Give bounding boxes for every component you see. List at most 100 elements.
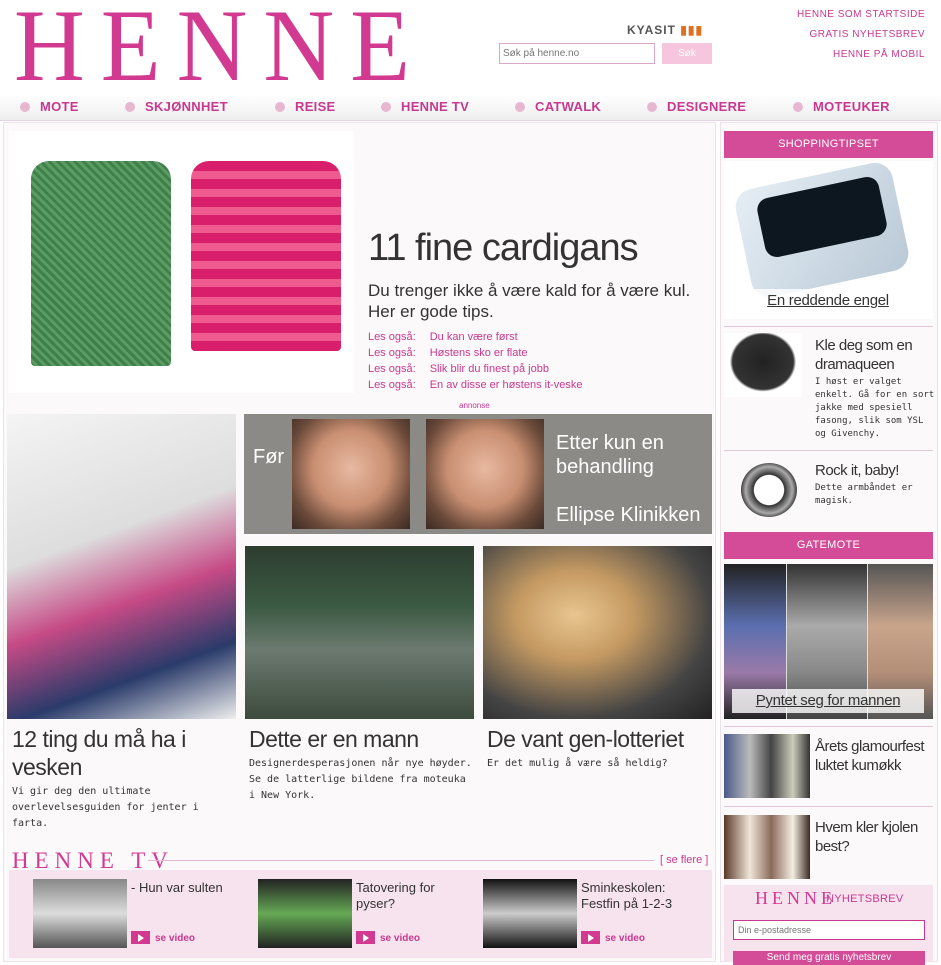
article-image-runway[interactable]	[245, 546, 474, 719]
link-newsletter[interactable]: GRATIS NYHETSBREV	[797, 25, 925, 45]
henne-logo[interactable]: HENNE	[14, 0, 410, 98]
bullet-icon	[647, 102, 657, 112]
nav-label: HENNE TV	[401, 99, 470, 114]
watch-video-link[interactable]: se video	[581, 931, 645, 944]
tv-thumb[interactable]	[258, 879, 352, 948]
article-image-model[interactable]	[483, 546, 712, 719]
play-icon	[356, 931, 375, 944]
nav-item-mote[interactable]: MOTE	[20, 99, 79, 114]
hero-image-cardigans[interactable]	[9, 131, 354, 393]
read-also-link[interactable]: Du kan være først	[430, 331, 518, 343]
article-title[interactable]: Dette er en mann	[249, 725, 474, 753]
divider	[724, 326, 933, 327]
ad-label: annonse	[459, 401, 490, 410]
nav-label: CATWALK	[535, 99, 602, 114]
newsletter-logo: HENNE	[755, 888, 836, 908]
divider	[724, 450, 933, 451]
divider	[724, 806, 933, 807]
ad-face-before	[292, 419, 410, 529]
nav-item-skjonnhet[interactable]: SKJØNNHET	[125, 99, 228, 114]
bullet-icon	[515, 102, 525, 112]
link-mobile[interactable]: HENNE PÅ MOBIL	[797, 45, 925, 65]
see-more-link[interactable]: [ se flere ]	[660, 854, 708, 866]
tv-title[interactable]: Tatovering for pyser?	[356, 880, 466, 912]
read-also-item[interactable]: Les også: Slik blir du finest på jobb	[368, 363, 549, 375]
read-also-label: Les også:	[368, 347, 416, 359]
nav-item-catwalk[interactable]: CATWALK	[515, 99, 601, 114]
nav-label: MOTEUKER	[813, 99, 890, 114]
watch-video-link[interactable]: se video	[356, 931, 420, 944]
gatemote-header[interactable]: GATEMOTE	[724, 532, 933, 559]
bullet-icon	[381, 102, 391, 112]
read-also-label: Les også:	[368, 363, 416, 375]
hero-subtitle: Du trenger ikke å være kald for å være k…	[368, 281, 691, 321]
nav-item-moteuker[interactable]: MOTEUKER	[793, 99, 890, 114]
partner-logo: KYASIT ▮▮▮	[627, 23, 703, 37]
nav-item-henne-tv[interactable]: HENNE TV	[381, 99, 469, 114]
nav-label: REISE	[295, 99, 336, 114]
sidebar-item-desc: Dette armbåndet er magisk.	[815, 483, 913, 506]
bullet-icon	[275, 102, 285, 112]
article-title[interactable]: 12 ting du må ha i vesken	[12, 725, 232, 781]
article-image-bag[interactable]	[7, 414, 236, 719]
tv-title[interactable]: Sminkeskolen: Festfin på 1-2-3	[581, 880, 706, 912]
sidebar-item-image[interactable]	[724, 333, 802, 397]
search-input[interactable]	[499, 43, 655, 64]
link-startpage[interactable]: HENNE SOM STARTSIDE	[797, 5, 925, 25]
nav-label: SKJØNNHET	[145, 99, 228, 114]
search-button[interactable]: Søk	[662, 43, 712, 64]
nav-item-designere[interactable]: DESIGNERE	[647, 99, 746, 114]
sidebar-item-title[interactable]: Årets glamourfest luktet kumøkk	[815, 737, 933, 775]
article-desc: Er det mulig å være så heldig?	[487, 758, 668, 769]
ad-clinic-name: Ellipse Klinikken	[556, 504, 701, 526]
partner-bars-icon: ▮▮▮	[675, 23, 704, 37]
watch-video-label: se video	[380, 933, 421, 944]
divider	[724, 726, 933, 727]
play-icon	[581, 931, 600, 944]
gatemote-caption[interactable]: Pyntet seg for mannen	[732, 689, 924, 713]
read-also-link[interactable]: Høstens sko er flate	[430, 347, 528, 359]
read-also-item[interactable]: Les også: Du kan være først	[368, 331, 518, 343]
hero-title[interactable]: 11 fine cardigans	[368, 227, 639, 270]
article-desc: Vi gir deg den ultimate overlevelsesguid…	[12, 786, 199, 829]
ad-after-text: Etter kun en behandling	[556, 432, 664, 478]
read-also-link[interactable]: En av disse er høstens it-veske	[430, 379, 583, 391]
shoppingtips-header[interactable]: SHOPPINGTIPSET	[724, 131, 933, 158]
sidebar-item-title[interactable]: Kle deg som en dramaqueen	[815, 336, 933, 374]
product-caption[interactable]: En reddende engel	[732, 289, 924, 313]
newsletter-submit-button[interactable]: Send meg gratis nyhetsbrev	[733, 951, 925, 965]
sidebar-item-title[interactable]: Rock it, baby!	[815, 461, 933, 480]
newsletter-label: NYHETSBREV	[826, 893, 904, 905]
bullet-icon	[793, 102, 803, 112]
bullet-icon	[20, 102, 30, 112]
article-title[interactable]: De vant gen-lotteriet	[487, 725, 712, 753]
nav-label: MOTE	[40, 99, 79, 114]
nav-item-reise[interactable]: REISE	[275, 99, 336, 114]
read-also-link[interactable]: Slik blir du finest på jobb	[430, 363, 549, 375]
newsletter-email-input[interactable]	[733, 920, 925, 940]
tv-title[interactable]: - Hun var sulten	[131, 880, 241, 896]
watch-video-link[interactable]: se video	[131, 931, 195, 944]
read-also-label: Les også:	[368, 379, 416, 391]
sidebar-item-desc: I høst er valget enkelt. Gå for en sort …	[815, 377, 935, 439]
tv-thumb[interactable]	[33, 879, 127, 948]
ad-before-text: Før	[253, 446, 285, 468]
play-icon	[131, 931, 150, 944]
sidebar-item-title[interactable]: Hvem kler kjolen best?	[815, 818, 933, 856]
sidebar-item-image[interactable]	[741, 463, 797, 517]
ad-face-after	[426, 419, 544, 529]
read-also-label: Les også:	[368, 331, 416, 343]
top-links: HENNE SOM STARTSIDE GRATIS NYHETSBREV HE…	[797, 5, 925, 65]
divider	[148, 860, 654, 861]
sidebar-item-image[interactable]	[724, 734, 810, 798]
partner-logo-text: KYASIT	[627, 23, 676, 37]
tv-thumb[interactable]	[483, 879, 577, 948]
read-also-item[interactable]: Les også: Høstens sko er flate	[368, 347, 528, 359]
article-desc: Designerdesperasjonen når nye høyder. Se…	[249, 758, 472, 801]
sidebar-item-image[interactable]	[724, 815, 810, 879]
watch-video-label: se video	[155, 933, 196, 944]
watch-video-label: se video	[605, 933, 646, 944]
read-also-item[interactable]: Les også: En av disse er høstens it-veske	[368, 379, 583, 391]
bullet-icon	[125, 102, 135, 112]
main-nav: MOTE SKJØNNHET REISE HENNE TV CATWALK DE…	[0, 95, 941, 121]
